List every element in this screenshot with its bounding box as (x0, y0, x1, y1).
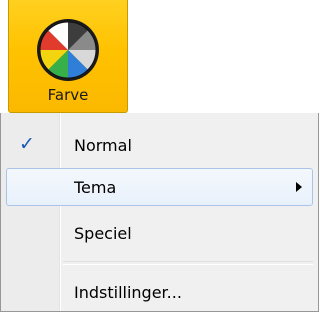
menu-item-indstillinger[interactable]: Indstillinger... (6, 273, 313, 311)
menu-separator (63, 261, 313, 265)
color-dropdown-menu: ✓ Normal Tema Speciel Indstillinger... (0, 113, 319, 312)
farve-label: Farve (47, 86, 89, 104)
menu-item-tema[interactable]: Tema (6, 168, 313, 206)
menu-item-label: Tema (74, 178, 117, 197)
farve-button[interactable]: Farve (8, 0, 128, 113)
check-icon: ✓ (19, 133, 35, 155)
menu-item-speciel[interactable]: Speciel (6, 214, 313, 252)
menu-item-label: Speciel (74, 224, 132, 243)
submenu-arrow-icon (296, 182, 302, 192)
menu-item-label: Normal (74, 136, 132, 155)
color-wheel-icon (37, 19, 99, 81)
menu-item-label: Indstillinger... (74, 283, 182, 302)
menu-item-normal[interactable]: ✓ Normal (6, 126, 313, 164)
